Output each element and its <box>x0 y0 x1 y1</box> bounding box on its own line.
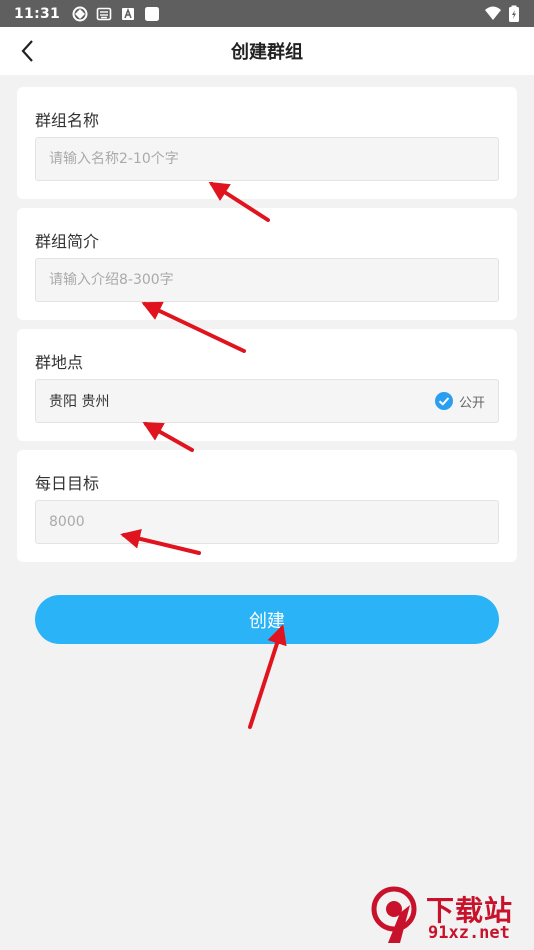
keyboard-icon <box>96 7 112 20</box>
daily-goal-field-box <box>35 500 499 544</box>
page-title: 创建群组 <box>231 42 303 63</box>
public-checkbox[interactable]: 公开 <box>434 392 485 411</box>
chevron-left-icon <box>21 40 33 62</box>
status-bar: 11:31 <box>0 0 534 27</box>
status-notification-icons <box>72 6 160 22</box>
status-time: 11:31 <box>14 5 61 22</box>
notification-square-icon <box>145 6 160 21</box>
group-intro-card: 群组简介 <box>17 208 517 320</box>
group-intro-label: 群组简介 <box>35 232 100 251</box>
public-label: 公开 <box>458 395 485 411</box>
check-circle-icon <box>434 392 453 410</box>
watermark-site: 91xz.net <box>428 923 510 943</box>
nav-bar: 创建群组 <box>0 27 534 75</box>
create-button[interactable]: 创建 <box>35 595 499 644</box>
group-name-field-box <box>35 137 499 181</box>
group-location-card: 群地点 贵阳 贵州 公开 <box>17 329 517 441</box>
daily-goal-card: 每日目标 <box>17 450 517 562</box>
group-name-label: 群组名称 <box>35 111 100 130</box>
sync-icon <box>72 6 88 21</box>
watermark-logo-icon <box>371 886 417 943</box>
daily-goal-label: 每日目标 <box>35 474 100 493</box>
watermark: 下载站 91xz.net <box>370 885 530 947</box>
daily-goal-input[interactable] <box>49 514 485 530</box>
wifi-icon <box>485 6 501 20</box>
battery-charging-icon <box>509 5 519 22</box>
group-location-label: 群地点 <box>35 353 84 372</box>
group-name-card: 群组名称 <box>17 87 517 199</box>
app-a-icon <box>122 7 135 20</box>
group-intro-input[interactable] <box>49 272 485 288</box>
back-button[interactable] <box>10 33 46 69</box>
group-location-value: 贵阳 贵州 <box>49 394 110 410</box>
status-system-icons <box>484 5 520 23</box>
group-location-field[interactable]: 贵阳 贵州 公开 <box>35 379 499 423</box>
group-name-input[interactable] <box>49 151 485 167</box>
group-intro-field-box <box>35 258 499 302</box>
